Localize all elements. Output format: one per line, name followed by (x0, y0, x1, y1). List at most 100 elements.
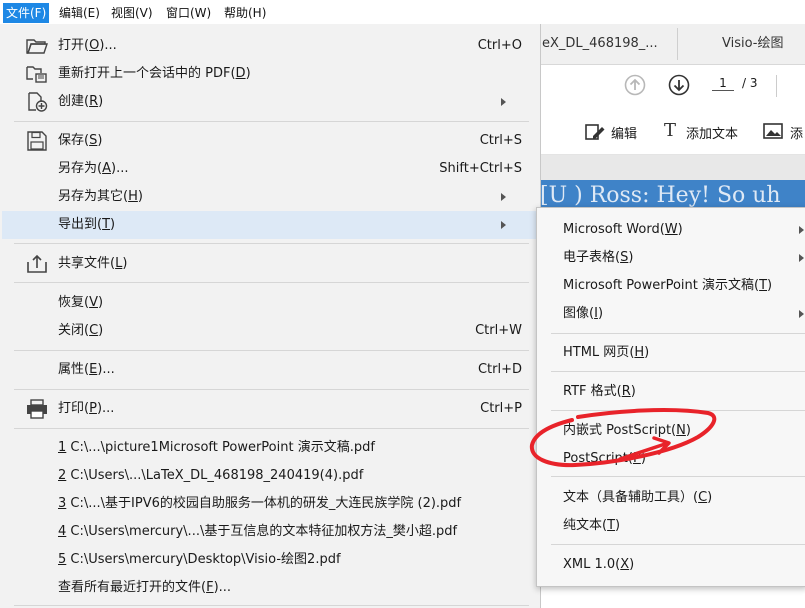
menu-divider (14, 121, 529, 122)
export-image-key: I (594, 306, 598, 321)
add-text-label: 添加文本 (686, 127, 739, 142)
save-icon (27, 131, 47, 151)
toolbar-divider (776, 75, 777, 97)
export-plain-text-key: T (607, 518, 616, 533)
export-powerpoint-key: T (759, 278, 768, 293)
save-as-key: A (102, 161, 111, 176)
edit-icon (585, 124, 605, 140)
menu-divider (14, 389, 529, 390)
tab-latex-doc[interactable]: eX_DL_468198_... (542, 24, 658, 64)
menubar: 文件(F) 编辑(E) 视图(V) 窗口(W) 帮助(H) (0, 0, 805, 24)
save-as-other-label: 另存为其它 (58, 189, 124, 204)
reopen-label: 重新打开上一个会话中的 PDF (58, 66, 231, 81)
edit-label: 编辑 (611, 127, 638, 142)
chevron-right-icon (799, 254, 804, 262)
menu-item-close[interactable]: 关闭(C) Ctrl+W (2, 317, 536, 345)
export-item-powerpoint[interactable]: Microsoft PowerPoint 演示文稿(T) (537, 272, 805, 300)
export-item-image[interactable]: 图像(I) (537, 300, 805, 328)
recent-file-item[interactable]: 3 C:\...\基于IPV6的校园自助服务一体机的研发_大连民族学院 (2).… (2, 490, 536, 518)
view-all-recent-ellipsis: ... (218, 580, 232, 595)
menu-window[interactable]: 窗口(W) (163, 3, 214, 23)
save-shortcut: Ctrl+S (479, 133, 522, 148)
submenu-divider (551, 544, 805, 545)
tab-divider (677, 28, 678, 60)
export-rtf-key: R (621, 384, 631, 399)
open-ellipsis: ... (104, 38, 117, 53)
menu-divider (14, 350, 529, 351)
menu-item-open[interactable]: 打开(O)... Ctrl+O (2, 32, 536, 60)
create-icon (28, 92, 48, 112)
open-shortcut: Ctrl+O (477, 38, 522, 53)
reopen-key: D (235, 66, 246, 81)
menu-item-properties[interactable]: 属性(E)... Ctrl+D (2, 356, 536, 384)
export-text-accessible-key: C (698, 490, 708, 505)
prev-page-icon[interactable] (624, 74, 646, 96)
export-xml-key: X (620, 557, 630, 572)
menu-item-export-to[interactable]: 导出到(T) (2, 211, 536, 239)
menu-item-print[interactable]: 打印(P)... Ctrl+P (2, 395, 536, 423)
export-item-rtf[interactable]: RTF 格式(R) (537, 378, 805, 406)
export-item-plain-text[interactable]: 纯文本(T) (537, 512, 805, 540)
page-navigation-bar: 1 / 3 (540, 65, 805, 109)
export-xml-label: XML 1.0 (563, 557, 616, 572)
printer-icon (27, 399, 47, 419)
export-item-spreadsheet[interactable]: 电子表格(S) (537, 244, 805, 272)
close-shortcut: Ctrl+W (475, 323, 522, 338)
export-plain-text-label: 纯文本 (563, 518, 603, 533)
edit-toolbar: 编辑 T 添加文本 添 (540, 110, 805, 155)
export-html-label: HTML 网页 (563, 345, 630, 360)
export-to-key: T (102, 217, 111, 232)
chevron-right-icon (501, 98, 506, 106)
export-submenu: Microsoft Word(W) 电子表格(S) Microsoft Powe… (536, 207, 805, 587)
menu-item-save-as-other[interactable]: 另存为其它(H) (2, 183, 536, 211)
properties-shortcut: Ctrl+D (477, 362, 522, 377)
export-to-label: 导出到 (58, 217, 98, 232)
export-html-key: H (634, 345, 645, 360)
recent-file-item[interactable]: 5 C:\Users\mercury\Desktop\Visio-绘图2.pdf (2, 546, 536, 574)
recent-file-path: C:\...\基于IPV6的校园自助服务一体机的研发_大连民族学院 (2).pd… (66, 496, 462, 511)
recent-file-item[interactable]: 4 C:\Users\mercury\...\基于互信息的文本特征加权方法_樊小… (2, 518, 536, 546)
save-as-label: 另存为 (58, 161, 98, 176)
export-powerpoint-label: Microsoft PowerPoint 演示文稿 (563, 278, 755, 293)
recent-file-item[interactable]: 1 C:\...\picture1Microsoft PowerPoint 演示… (2, 434, 536, 462)
reopen-session-icon (26, 66, 47, 83)
export-spreadsheet-key: S (620, 250, 629, 265)
menu-view[interactable]: 视图(V) (108, 3, 156, 23)
menu-edit[interactable]: 编辑(E) (56, 3, 103, 23)
view-all-recent-key: F (206, 580, 214, 595)
slide-text: [U ) Ross: Hey! So uh (540, 183, 781, 208)
save-as-shortcut: Shift+Ctrl+S (439, 161, 522, 176)
text-cursor-icon: T (664, 120, 677, 141)
recent-file-item[interactable]: 2 C:\Users\...\LaTeX_DL_468198_240419(4)… (2, 462, 536, 490)
recent-file-path: C:\Users\mercury\Desktop\Visio-绘图2.pdf (66, 552, 341, 567)
open-label: 打开 (58, 38, 85, 53)
close-key: C (89, 323, 99, 338)
menu-item-share[interactable]: 共享文件(L) (2, 250, 536, 278)
export-item-xml[interactable]: XML 1.0(X) (537, 551, 805, 579)
export-item-word[interactable]: Microsoft Word(W) (537, 216, 805, 244)
menu-item-view-all-recent[interactable]: 查看所有最近打开的文件(F)... (2, 574, 536, 602)
print-key: P (89, 401, 97, 416)
menu-help[interactable]: 帮助(H) (221, 3, 269, 23)
export-item-html[interactable]: HTML 网页(H) (537, 339, 805, 367)
image-icon (763, 123, 783, 139)
menu-file[interactable]: 文件(F) (3, 3, 50, 23)
menu-item-save-as[interactable]: 另存为(A)... Shift+Ctrl+S (2, 155, 536, 183)
save-as-other-key: H (128, 189, 138, 204)
export-item-text-accessible[interactable]: 文本（具备辅助工具）(C) (537, 484, 805, 512)
menu-divider (14, 243, 529, 244)
menu-item-create[interactable]: 创建(R) (2, 88, 536, 116)
tab-visio-doc[interactable]: Visio-绘图2.pd (722, 24, 805, 91)
page-number-input[interactable]: 1 (712, 76, 734, 91)
create-key: R (89, 94, 99, 109)
share-label: 共享文件 (58, 256, 111, 271)
properties-label: 属性 (58, 362, 85, 377)
next-page-icon[interactable] (668, 74, 690, 96)
menu-item-reopen[interactable]: 重新打开上一个会话中的 PDF(D) (2, 60, 536, 88)
recent-file-path: C:\Users\...\LaTeX_DL_468198_240419(4).p… (66, 468, 364, 483)
menu-item-revert[interactable]: 恢复(V) (2, 289, 536, 317)
menu-item-save[interactable]: 保存(S) Ctrl+S (2, 127, 536, 155)
share-key: L (115, 256, 123, 271)
close-label: 关闭 (58, 323, 85, 338)
recent-file-path: C:\Users\mercury\...\基于互信息的文本特征加权方法_樊小超.… (66, 524, 458, 539)
